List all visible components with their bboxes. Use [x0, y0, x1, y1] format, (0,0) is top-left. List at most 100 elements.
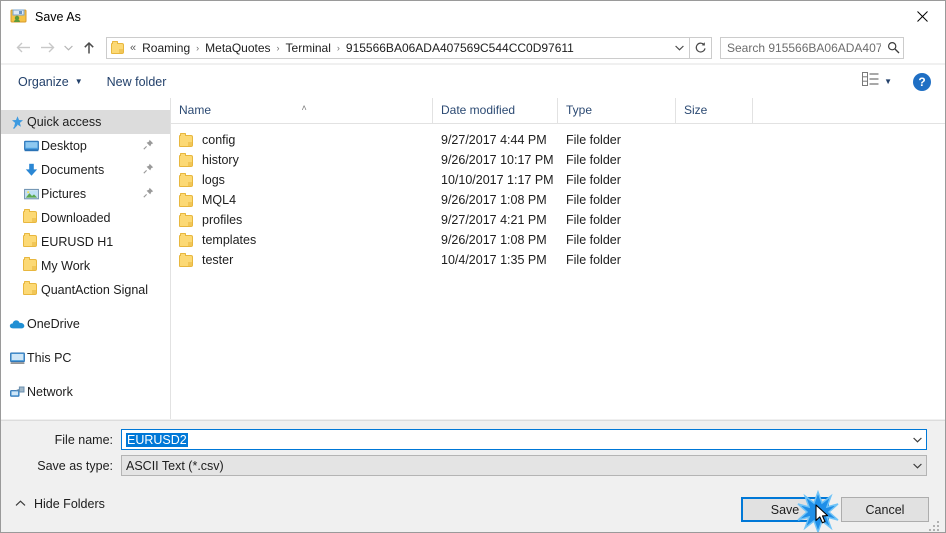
refresh-icon[interactable]	[690, 36, 712, 59]
file-type-cell: File folder	[566, 133, 621, 147]
file-name-cell: history	[171, 152, 433, 167]
sidebar-item-label: Documents	[41, 163, 105, 177]
file-type-cell: File folder	[566, 253, 621, 267]
file-date-cell: 10/10/2017 1:17 PM	[441, 173, 554, 187]
sidebar-item-documents[interactable]: Documents	[1, 158, 170, 182]
column-header-name[interactable]: ˄ Name	[171, 98, 433, 123]
save-as-type-label: Save as type:	[37, 458, 113, 473]
network-icon	[9, 384, 25, 400]
breadcrumb-separator: ›	[196, 42, 200, 53]
close-button[interactable]	[899, 1, 945, 32]
organize-label: Organize	[18, 74, 69, 89]
column-header-type[interactable]: Type	[558, 98, 676, 123]
breadcrumb-item-roaming[interactable]: Roaming	[139, 40, 193, 56]
table-row[interactable]: config 9/27/2017 4:44 PM File folder	[171, 130, 945, 150]
address-dropdown-icon[interactable]	[669, 38, 689, 58]
sidebar-item-quantaction-signal[interactable]: QuantAction Signal	[1, 278, 170, 302]
breadcrumb-overflow[interactable]: «	[127, 42, 139, 54]
organize-button[interactable]: Organize ▼	[11, 71, 90, 93]
cancel-button[interactable]: Cancel	[841, 497, 929, 522]
file-date-cell: 9/26/2017 1:08 PM	[441, 233, 547, 247]
save-as-type-row: Save as type: ASCII Text (*.csv)	[1, 455, 927, 476]
file-name-cell: MQL4	[171, 192, 433, 207]
address-bar[interactable]: « Roaming › MetaQuotes › Terminal › 9155…	[106, 36, 690, 59]
file-name-input[interactable]: EURUSD2	[121, 429, 927, 450]
table-row[interactable]: history 9/26/2017 10:17 PM File folder	[171, 150, 945, 170]
file-name-label: config	[202, 133, 236, 147]
hide-folders-label: Hide Folders	[34, 497, 105, 511]
new-folder-button[interactable]: New folder	[100, 71, 174, 93]
column-header-size[interactable]: Size	[676, 98, 753, 123]
file-name-label: history	[202, 153, 239, 167]
up-button[interactable]	[77, 36, 101, 60]
folder-icon	[23, 281, 39, 298]
breadcrumb-separator: ›	[336, 42, 340, 53]
table-row[interactable]: logs 10/10/2017 1:17 PM File folder	[171, 170, 945, 190]
chevron-down-icon[interactable]	[909, 430, 926, 449]
sidebar-item-network[interactable]: Network	[1, 380, 170, 404]
window-title: Save As	[35, 9, 81, 24]
back-button[interactable]	[11, 36, 35, 60]
this-pc-icon	[9, 350, 25, 366]
navigation-pane: Quick access Desktop Documents Pictures …	[1, 98, 171, 419]
forward-button[interactable]	[35, 36, 59, 60]
folder-icon	[111, 40, 125, 54]
search-box[interactable]	[720, 36, 904, 59]
sidebar-item-eurusd-h1[interactable]: EURUSD H1	[1, 230, 170, 254]
sidebar-item-my-work[interactable]: My Work	[1, 254, 170, 278]
save-as-dialog: Save As « Roaming › MetaQuotes › Termina…	[0, 0, 946, 533]
save-as-type-select[interactable]: ASCII Text (*.csv)	[121, 455, 927, 476]
folder-icon	[179, 132, 194, 147]
documents-download-icon	[23, 162, 39, 178]
column-header-label: Name	[179, 103, 212, 117]
table-row[interactable]: templates 9/26/2017 1:08 PM File folder	[171, 230, 945, 250]
recent-locations-button[interactable]	[59, 36, 77, 60]
file-date-cell: 10/4/2017 1:35 PM	[441, 253, 547, 267]
column-header-date-modified[interactable]: Date modified	[433, 98, 558, 123]
pin-icon[interactable]	[143, 163, 154, 175]
sidebar-item-downloaded[interactable]: Downloaded	[1, 206, 170, 230]
change-view-button[interactable]: ▼	[857, 68, 897, 95]
sidebar-item-quick-access[interactable]: Quick access	[1, 110, 170, 134]
column-header-row: ˄ Name Date modified Type Size	[171, 98, 945, 124]
sidebar-item-label: Downloaded	[41, 211, 111, 225]
folder-icon	[179, 172, 194, 187]
table-row[interactable]: profiles 9/27/2017 4:21 PM File folder	[171, 210, 945, 230]
chevron-down-icon: ▼	[884, 77, 892, 86]
sidebar-item-desktop[interactable]: Desktop	[1, 134, 170, 158]
hide-folders-button[interactable]: Hide Folders	[15, 497, 105, 511]
help-icon[interactable]: ?	[913, 72, 931, 91]
chevron-down-icon: ▼	[74, 77, 83, 86]
view-layout-icon	[862, 72, 879, 91]
column-header-label: Size	[684, 103, 708, 117]
file-list-pane: ˄ Name Date modified Type Size config 9/…	[171, 98, 945, 419]
file-name-label: File name:	[54, 432, 113, 447]
file-name-cell: logs	[171, 172, 433, 187]
sidebar-item-onedrive[interactable]: OneDrive	[1, 312, 170, 336]
sidebar-item-label: QuantAction Signal	[41, 283, 149, 297]
breadcrumb-item-terminal-id[interactable]: 915566BA06ADA407569C544CC0D97611	[343, 40, 577, 56]
file-name-label: logs	[202, 173, 225, 187]
column-header-label: Type	[566, 103, 593, 117]
table-row[interactable]: MQL4 9/26/2017 1:08 PM File folder	[171, 190, 945, 210]
sidebar-item-pictures[interactable]: Pictures	[1, 182, 170, 206]
table-row[interactable]: tester 10/4/2017 1:35 PM File folder	[171, 250, 945, 270]
pin-icon[interactable]	[143, 139, 154, 151]
onedrive-cloud-icon	[9, 316, 25, 332]
search-input[interactable]	[721, 39, 883, 56]
file-type-cell: File folder	[566, 153, 621, 167]
resize-grip[interactable]	[929, 519, 941, 531]
pin-icon[interactable]	[143, 187, 154, 199]
chevron-down-icon[interactable]	[909, 456, 926, 475]
toolbar-right-group: ▼ ?	[857, 68, 945, 95]
content-area: Quick access Desktop Documents Pictures …	[1, 98, 945, 419]
file-name-cell: tester	[171, 252, 433, 267]
sidebar-item-label: Pictures	[41, 187, 87, 201]
sidebar-item-this-pc[interactable]: This PC	[1, 346, 170, 370]
breadcrumb-item-metaquotes[interactable]: MetaQuotes	[202, 40, 273, 56]
folder-icon	[23, 209, 39, 226]
folder-icon	[179, 152, 194, 167]
breadcrumb-item-terminal[interactable]: Terminal	[283, 40, 334, 56]
